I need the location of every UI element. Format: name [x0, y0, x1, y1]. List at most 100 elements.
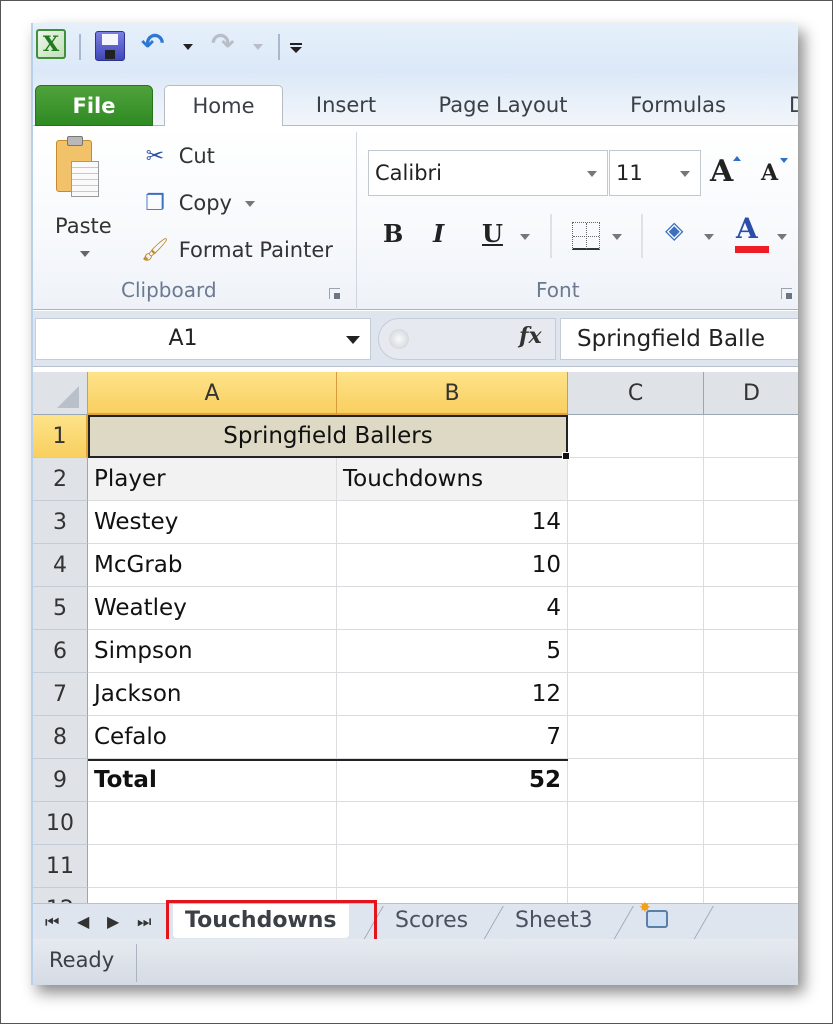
row-header-7[interactable]: 7	[33, 673, 88, 716]
title-cell-a1-merged[interactable]: Springfield Ballers	[88, 415, 568, 458]
row-header-9[interactable]: 9	[33, 759, 88, 802]
row-header-3[interactable]: 3	[33, 501, 88, 544]
bold-button[interactable]: B	[383, 219, 403, 248]
cell[interactable]	[568, 630, 704, 673]
redo-icon[interactable]: ↷	[211, 27, 234, 60]
total-label-cell[interactable]: Total	[88, 759, 337, 802]
sheet-tab-sheet3[interactable]: Sheet3	[503, 904, 605, 938]
tab-file[interactable]: File	[35, 85, 153, 126]
borders-icon[interactable]	[572, 222, 600, 250]
player-name-cell[interactable]: Weatley	[88, 587, 337, 630]
copy-button[interactable]: ❐ Copy	[138, 187, 255, 219]
row-header-2[interactable]: 2	[33, 458, 88, 501]
tab-data[interactable]: D	[789, 85, 798, 126]
font-name-select[interactable]: Calibri	[368, 150, 608, 196]
fill-color-dropdown-icon[interactable]	[704, 234, 714, 240]
grow-font-icon[interactable]: A	[710, 154, 742, 189]
row-header-10[interactable]: 10	[33, 802, 88, 845]
row-header-8[interactable]: 8	[33, 716, 88, 759]
clipboard-dialog-launcher-icon[interactable]	[329, 288, 340, 299]
font-color-icon[interactable]: A	[736, 212, 758, 245]
underline-dropdown-icon[interactable]	[520, 234, 530, 240]
resize-handle-icon[interactable]	[389, 329, 409, 349]
player-name-cell[interactable]: McGrab	[88, 544, 337, 587]
cell[interactable]	[568, 587, 704, 630]
header-cell-player[interactable]: Player	[88, 458, 337, 501]
touchdowns-cell[interactable]: 12	[337, 673, 568, 716]
font-dialog-launcher-icon[interactable]	[781, 288, 792, 299]
prev-sheet-icon[interactable]: ◀	[77, 912, 89, 931]
player-name-cell[interactable]: Jackson	[88, 673, 337, 716]
touchdowns-cell[interactable]: 7	[337, 716, 568, 759]
cell[interactable]	[88, 845, 337, 888]
cell[interactable]	[337, 845, 568, 888]
next-sheet-icon[interactable]: ▶	[107, 912, 119, 931]
player-name-cell[interactable]: Simpson	[88, 630, 337, 673]
touchdowns-cell[interactable]: 10	[337, 544, 568, 587]
row-header-4[interactable]: 4	[33, 544, 88, 587]
excel-logo-icon[interactable]: X	[36, 29, 66, 59]
header-cell-touchdowns[interactable]: Touchdowns	[337, 458, 568, 501]
cell[interactable]	[568, 458, 704, 501]
player-name-cell[interactable]: Westey	[88, 501, 337, 544]
cell[interactable]	[568, 802, 704, 845]
player-name-cell[interactable]: Cefalo	[88, 716, 337, 759]
cell[interactable]	[568, 716, 704, 759]
first-sheet-icon[interactable]: ⏮	[45, 912, 59, 932]
touchdowns-cell[interactable]: 4	[337, 587, 568, 630]
cell[interactable]	[704, 716, 798, 759]
tab-formulas[interactable]: Formulas	[618, 85, 738, 126]
chevron-down-icon[interactable]	[346, 336, 360, 344]
paste-dropdown-icon[interactable]	[80, 251, 90, 257]
cell[interactable]	[704, 587, 798, 630]
cell[interactable]	[704, 802, 798, 845]
fill-color-icon[interactable]: ◈	[665, 216, 683, 244]
tab-home[interactable]: Home	[164, 85, 283, 127]
font-size-select[interactable]: 11	[609, 150, 701, 196]
touchdowns-cell[interactable]: 5	[337, 630, 568, 673]
row-header-11[interactable]: 11	[33, 845, 88, 888]
shrink-font-icon[interactable]: A	[761, 158, 789, 186]
total-value-cell[interactable]: 52	[337, 759, 568, 802]
underline-button[interactable]: U	[482, 219, 503, 248]
column-header-a[interactable]: A	[88, 372, 337, 415]
cell[interactable]	[337, 802, 568, 845]
cell[interactable]	[568, 501, 704, 544]
formula-input[interactable]: Springfield Balle	[560, 318, 798, 360]
cell[interactable]	[704, 759, 798, 802]
redo-dropdown-icon[interactable]	[253, 44, 263, 50]
cut-button[interactable]: ✂ Cut	[138, 140, 215, 172]
cell[interactable]	[568, 759, 704, 802]
sheet-tab-scores[interactable]: Scores	[383, 904, 480, 938]
font-color-dropdown-icon[interactable]	[777, 234, 787, 240]
undo-icon[interactable]: ↶	[141, 27, 164, 60]
cell[interactable]	[704, 501, 798, 544]
copy-dropdown-icon[interactable]	[244, 201, 255, 207]
cell[interactable]	[568, 544, 704, 587]
cell[interactable]	[704, 415, 798, 458]
name-box[interactable]: A1	[35, 318, 371, 360]
insert-function-icon[interactable]: fx	[519, 323, 542, 349]
select-all-button[interactable]	[33, 372, 88, 415]
italic-button[interactable]: I	[433, 219, 444, 248]
tab-page-layout[interactable]: Page Layout	[428, 85, 578, 126]
fill-handle[interactable]	[562, 452, 570, 460]
cell[interactable]	[704, 845, 798, 888]
cell[interactable]	[568, 845, 704, 888]
customize-qat-icon[interactable]	[289, 41, 303, 55]
row-header-6[interactable]: 6	[33, 630, 88, 673]
cell[interactable]	[568, 415, 704, 458]
cell[interactable]	[704, 544, 798, 587]
cell[interactable]	[704, 630, 798, 673]
insert-worksheet-icon[interactable]	[639, 900, 668, 928]
touchdowns-cell[interactable]: 14	[337, 501, 568, 544]
row-header-1[interactable]: 1	[33, 415, 88, 458]
column-header-b[interactable]: B	[337, 372, 568, 415]
row-header-5[interactable]: 5	[33, 587, 88, 630]
cell[interactable]	[568, 673, 704, 716]
column-header-d[interactable]: D	[704, 372, 798, 415]
format-painter-button[interactable]: 🖌 Format Painter	[138, 234, 333, 266]
last-sheet-icon[interactable]: ⏭	[137, 912, 151, 932]
cell[interactable]	[704, 673, 798, 716]
tab-insert[interactable]: Insert	[301, 85, 391, 126]
